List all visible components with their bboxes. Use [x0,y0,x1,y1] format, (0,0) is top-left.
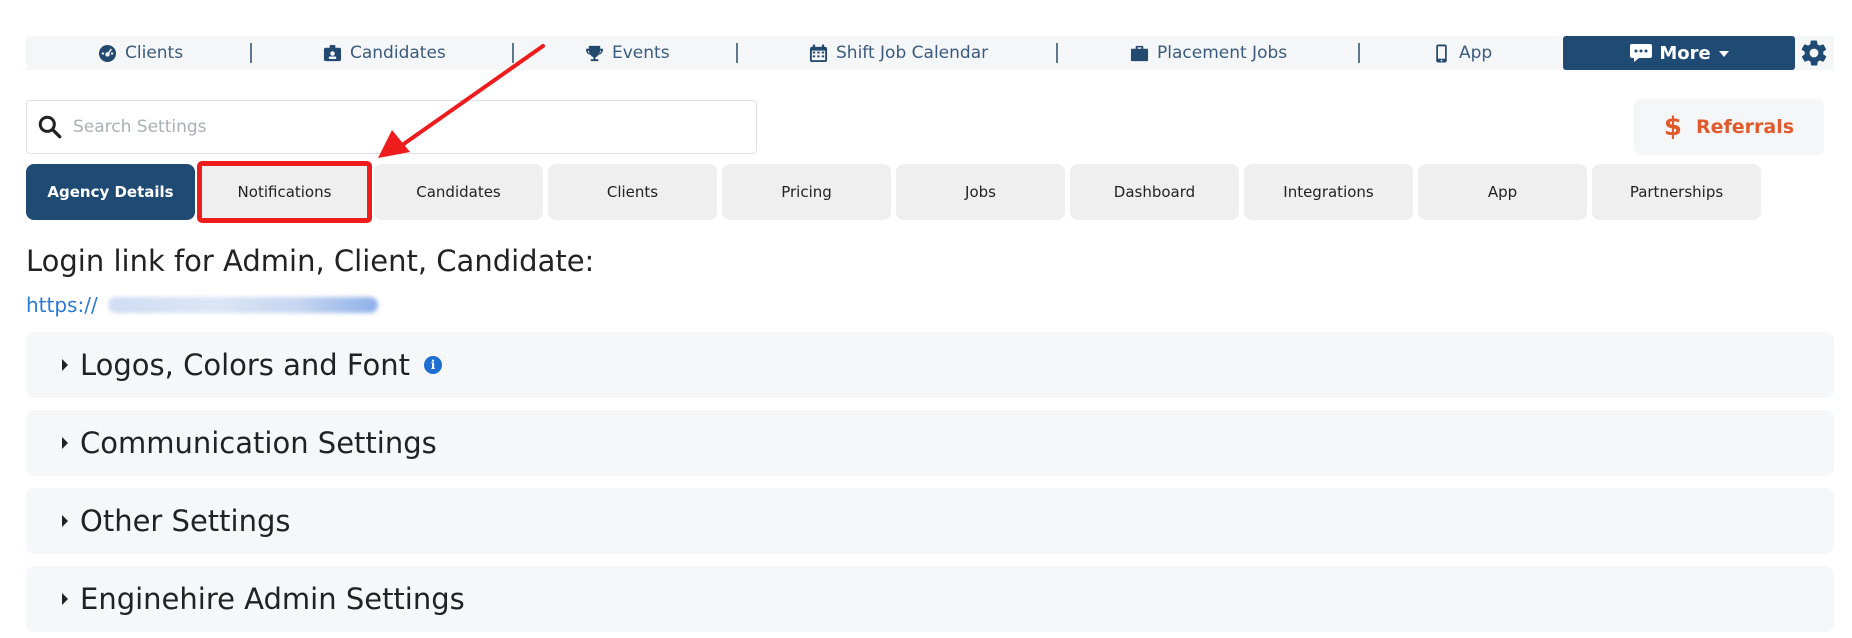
mobile-phone-icon [1436,43,1447,63]
caret-right-icon [62,593,68,605]
tab-label: Jobs [965,183,996,201]
section-logos-colors-font[interactable]: Logos, Colors and Font i [26,332,1834,398]
tab-label: Notifications [237,183,332,201]
nav-label: Placement Jobs [1157,43,1288,63]
login-link-heading: Login link for Admin, Client, Candidate: [26,244,595,278]
section-label: Logos, Colors and Font [80,348,411,382]
tab-label: Clients [606,183,659,201]
settings-page: Clients Candidates Events Shift Job Cale… [0,0,1852,638]
more-label: More [1659,42,1711,64]
tab-label: Pricing [781,183,832,201]
nav-app[interactable]: App [1432,36,1492,70]
login-link-url[interactable]: https:// [26,293,378,317]
redacted-url [107,297,378,313]
nav-label: Candidates [350,43,446,63]
nav-events[interactable]: Events [585,36,670,70]
tab-jobs[interactable]: Jobs [896,164,1065,220]
tab-clients[interactable]: Clients [548,164,717,220]
nav-divider [1056,43,1058,63]
nav-divider [736,43,738,63]
referrals-button[interactable]: $ Referrals [1634,99,1824,155]
tab-label: Candidates [416,183,501,201]
section-other-settings[interactable]: Other Settings [26,488,1834,554]
settings-gear-button[interactable] [1799,38,1829,68]
referrals-label: Referrals [1696,116,1795,138]
section-label: Other Settings [80,504,291,538]
briefcase-icon [1130,45,1149,61]
caret-right-icon [62,437,68,449]
tab-integrations[interactable]: Integrations [1244,164,1413,220]
id-badge-icon [323,44,342,61]
search-icon [38,115,62,139]
section-label: Communication Settings [80,426,437,460]
calendar-icon [809,43,828,62]
section-label: Enginehire Admin Settings [80,582,465,616]
caret-right-icon [62,359,68,371]
caret-right-icon [62,515,68,527]
info-icon[interactable]: i [424,356,443,374]
nav-shift-job-calendar[interactable]: Shift Job Calendar [809,36,988,70]
tab-label: Integrations [1283,183,1374,201]
tab-label: App [1487,183,1518,201]
trophy-icon [585,45,604,61]
section-enginehire-admin-settings[interactable]: Enginehire Admin Settings [26,566,1834,632]
nav-divider [1358,43,1360,63]
chat-icon [1630,44,1653,62]
nav-placement-jobs[interactable]: Placement Jobs [1130,36,1287,70]
tab-dashboard[interactable]: Dashboard [1070,164,1239,220]
dashboard-icon [98,44,117,62]
nav-label: App [1459,43,1493,63]
dollar-icon: $ [1663,112,1683,142]
tab-candidates[interactable]: Candidates [374,164,543,220]
tab-label: Dashboard [1113,183,1196,201]
tab-app[interactable]: App [1418,164,1587,220]
tab-notifications[interactable]: Notifications [197,161,372,223]
nav-clients[interactable]: Clients [98,36,183,70]
section-communication-settings[interactable]: Communication Settings [26,410,1834,476]
caret-down-icon [1718,51,1729,57]
tab-partnerships[interactable]: Partnerships [1592,164,1761,220]
gear-icon [1801,40,1827,66]
nav-label: Shift Job Calendar [836,43,989,63]
url-prefix: https:// [26,293,98,317]
tab-agency-details[interactable]: Agency Details [26,164,195,220]
more-menu-button[interactable]: More [1563,36,1795,70]
nav-label: Events [612,43,670,63]
tab-pricing[interactable]: Pricing [722,164,891,220]
nav-candidates[interactable]: Candidates [323,36,446,70]
nav-divider [512,43,514,63]
tab-label: Partnerships [1629,183,1724,201]
nav-divider [250,43,252,63]
nav-label: Clients [125,43,184,63]
tab-label: Agency Details [47,183,174,201]
search-input[interactable] [73,117,713,137]
search-box[interactable] [26,100,757,154]
